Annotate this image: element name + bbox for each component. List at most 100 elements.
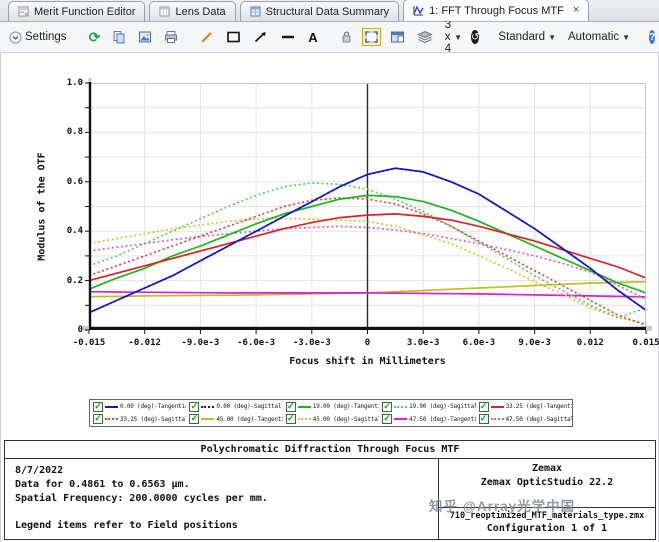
lock-icon[interactable] [337, 28, 356, 46]
refresh-icon[interactable]: ⟳ [86, 29, 104, 45]
wavelength-range-text: Data for 0.4861 to 0.6563 µm. [15, 479, 190, 490]
arrow-tool-icon[interactable] [250, 28, 271, 46]
legend-checkbox-icon[interactable]: ✓ [478, 401, 489, 412]
grid-layout-dropdown[interactable]: 3 x 4 ▼ [442, 17, 465, 57]
legend-label: 0.00 (deg)-Tangential [120, 403, 187, 411]
legend-entry[interactable]: ✓ 33.25 (deg)-Tangential [476, 401, 572, 412]
legend-line-sample [297, 405, 311, 408]
legend-label: 47.50 (deg)-Tangential [409, 415, 475, 423]
legend-checkbox-icon[interactable]: ✓ [93, 414, 103, 425]
zoom-to-fit-icon [364, 31, 378, 43]
legend-checkbox-icon[interactable]: ✓ [93, 401, 103, 412]
zoom-to-fit-button[interactable] [361, 28, 381, 46]
legend-entry[interactable]: ✓ 0.00 (deg)-Sagittal [186, 401, 282, 412]
configuration-text: Configuration 1 of 1 [486, 523, 608, 534]
tab-bar: Merit Function Editor Lens Data Structur… [0, 0, 659, 22]
tab-structural-data-summary[interactable]: Structural Data Summary [239, 1, 400, 21]
legend-checkbox-icon[interactable]: ✓ [382, 401, 393, 412]
legend-row: ✓ 33.25 (deg)-Sagittal ✓ 45.00 (deg)-Tangen… [90, 413, 572, 425]
reset-zoom-icon[interactable]: ↺ [471, 30, 480, 44]
legend-checkbox-icon[interactable]: ✓ [382, 414, 393, 425]
automatic-label: Automatic [568, 31, 620, 43]
software-version: Zemax OpticStudio 22.2 [480, 477, 614, 488]
legend-checkbox-icon[interactable]: ✓ [478, 414, 489, 425]
toolbar: Settings ⟳ A 3 x 4 ▼ ↺ Standard ▼ Automa… [0, 19, 659, 55]
save-image-icon[interactable] [135, 28, 155, 46]
mtf-plot-area[interactable] [83, 78, 652, 334]
x-tick-label: 9.0e-3 [518, 338, 551, 348]
copy-icon[interactable] [109, 28, 129, 46]
legend-entry[interactable]: ✓ 19.00 (deg)-Tangential [283, 401, 379, 412]
x-tick-label: 0 [364, 338, 371, 348]
x-tick-label: 6.0e-3 [462, 338, 496, 348]
x-tick-label: -9.0e-3 [181, 338, 220, 348]
line-tool-icon[interactable] [277, 28, 299, 46]
legend-checkbox-icon[interactable]: ✓ [189, 401, 200, 412]
plot-info-panel: Polychromatic Diffraction Through Focus … [4, 440, 656, 540]
legend-entry[interactable]: ✓ 33.25 (deg)-Sagittal [90, 414, 187, 425]
x-tick-label: 3.0e-3 [406, 338, 440, 348]
automatic-dropdown[interactable]: Automatic ▼ [565, 29, 633, 45]
legend-label: 33.25 (deg)-Sagittal [120, 415, 187, 423]
chevron-down-icon: ▼ [622, 32, 631, 42]
tab-label: 1: FFT Through Focus MTF [429, 4, 564, 17]
legend-checkbox-icon[interactable]: ✓ [285, 414, 296, 425]
rectangle-tool-icon[interactable] [223, 28, 244, 46]
tab-merit-function-editor[interactable]: Merit Function Editor [8, 1, 146, 21]
x-tick-label: -6.0e-3 [237, 338, 276, 348]
print-icon[interactable] [161, 28, 181, 46]
legend-line-sample [201, 418, 215, 421]
settings-button[interactable]: Settings [6, 29, 70, 46]
legend-line-sample [201, 405, 215, 408]
standard-dropdown[interactable]: Standard ▼ [495, 29, 559, 45]
legend-note-text: Legend items refer to Field positions [15, 520, 238, 531]
help-icon[interactable]: ? [649, 30, 656, 44]
legend-entry[interactable]: ✓ 45.00 (deg)-Sagittal [283, 414, 379, 425]
y-tick-label: 0.8 [66, 127, 83, 138]
merit-function-icon [18, 6, 29, 17]
chevron-down-icon: ▼ [548, 32, 557, 42]
window-layout-icon[interactable] [387, 28, 408, 46]
legend-entry[interactable]: ✓ 45.00 (deg)-Tangential [186, 414, 283, 425]
y-tick-label: 0.4 [66, 226, 83, 237]
legend-entry[interactable]: ✓ 19.00 (deg)-Sagittal [379, 401, 476, 412]
legend-label: 0.00 (deg)-Sagittal [216, 403, 282, 411]
legend-line-sample [297, 418, 311, 421]
plot-title: Polychromatic Diffraction Through Focus … [5, 441, 655, 459]
tab-fft-through-focus-mtf[interactable]: 1: FFT Through Focus MTF × [403, 0, 590, 21]
chevron-down-icon: ▼ [454, 32, 463, 42]
mtf-plot-icon [413, 5, 424, 16]
brand-name: Zemax [531, 463, 563, 474]
grid-layout-label: 3 x 4 [444, 19, 452, 55]
pencil-tool-icon[interactable] [197, 28, 217, 46]
spatial-frequency-text: Spatial Frequency: 200.0000 cycles per m… [15, 493, 268, 504]
legend-entry[interactable]: ✓ 0.00 (deg)-Tangential [90, 401, 187, 412]
tab-lens-data[interactable]: Lens Data [149, 1, 236, 21]
close-tab-icon[interactable]: × [573, 5, 579, 16]
legend-checkbox-icon[interactable]: ✓ [285, 401, 296, 412]
mtf-plot-window: Modulus of the OTF 1.0 0.8 0.6 0.4 0.2 0 -0.0… [0, 53, 659, 542]
legend-label: 33.25 (deg)-Tangential [505, 403, 572, 411]
standard-label: Standard [498, 31, 546, 43]
legend-line-sample [490, 418, 504, 421]
date-text: 8/7/2022 [15, 465, 64, 476]
legend-row: ✓ 0.00 (deg)-Tangential ✓ 0.00 (deg)-Sagitt… [90, 401, 572, 413]
structural-data-icon [250, 6, 261, 17]
legend-checkbox-icon[interactable]: ✓ [189, 414, 200, 425]
x-tick-labels: -0.015 -0.012 -9.0e-3 -6.0e-3 -3.0e-3 0 3.0e-3… [73, 338, 659, 350]
chevron-down-icon [9, 31, 22, 43]
layers-icon[interactable] [414, 28, 436, 46]
y-tick-label: 1.0 [66, 78, 83, 88]
legend-entry[interactable]: ✓ 47.50 (deg)-Tangential [379, 414, 476, 425]
y-tick-label: 0.6 [66, 176, 83, 187]
x-tick-label: 0.012 [576, 338, 604, 348]
tab-label: Merit Function Editor [34, 5, 136, 18]
legend-entry[interactable]: ✓ 47.50 (deg)-Sagittal [476, 414, 572, 425]
tab-label: Structural Data Summary [265, 5, 390, 18]
legend-label: 47.50 (deg)-Sagittal [505, 415, 572, 423]
legend-label: 19.00 (deg)-Sagittal [409, 403, 476, 411]
tab-label: Lens Data [175, 5, 226, 18]
y-tick-label: 0.2 [66, 275, 83, 286]
plot-info-left: 8/7/2022 Data for 0.4861 to 0.6563 µm. S… [5, 459, 438, 540]
text-tool-icon[interactable]: A [305, 28, 320, 47]
